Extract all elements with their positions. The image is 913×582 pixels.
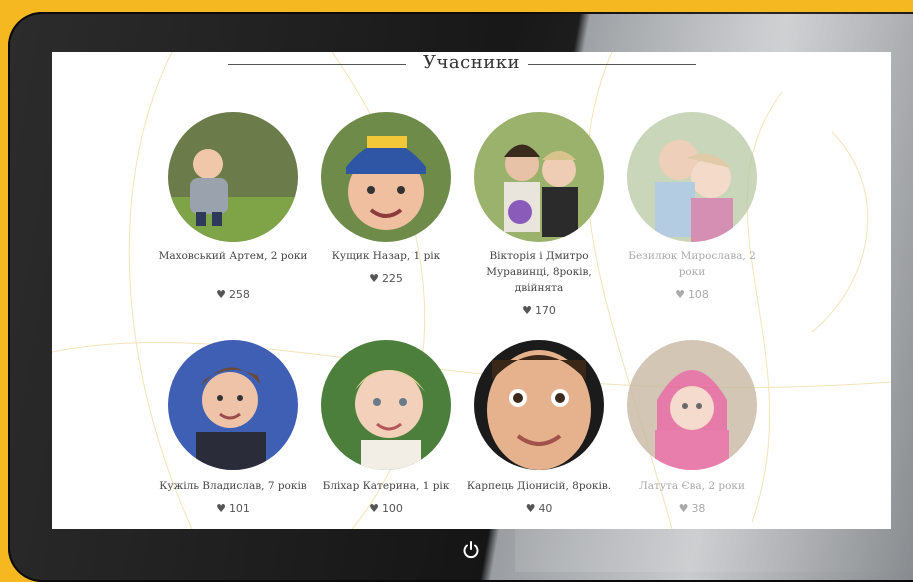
participant-likes[interactable]: ♥ 101 [158, 502, 308, 515]
screen: Учасники Маховський Артем, 2 роки ♥258 [52, 52, 891, 529]
section-header: Учасники [52, 52, 891, 78]
participant-likes[interactable]: ♥ 40 [464, 502, 614, 515]
participant-photo[interactable] [627, 112, 757, 242]
heart-icon[interactable]: ♥ [522, 304, 532, 317]
participant-name: Безилюк Мирослава, 2 роки [628, 250, 756, 278]
participant-photo[interactable] [627, 340, 757, 470]
participant-photo[interactable] [321, 340, 451, 470]
heart-icon[interactable]: ♥ [526, 502, 536, 515]
heart-icon[interactable]: ♥ [216, 288, 226, 301]
participant-photo[interactable] [474, 112, 604, 242]
participant-name: Вікторія і Дмитро Муравинці, 8років, дві… [486, 250, 592, 294]
heart-icon[interactable]: ♥ [369, 272, 379, 285]
participant-name: Кужіль Владислав, 7 років [159, 480, 307, 492]
heart-icon[interactable]: ♥ [369, 502, 379, 515]
heart-icon[interactable]: ♥ [679, 502, 689, 515]
heart-icon[interactable]: ♥ [216, 502, 226, 515]
participant-likes[interactable]: ♥ 258 [158, 288, 308, 301]
participant-photo[interactable] [168, 112, 298, 242]
participant-likes[interactable]: ♥ 225 [311, 272, 461, 285]
heart-icon[interactable]: ♥ [675, 288, 685, 301]
participant-name: Кущик Назар, 1 рік [331, 250, 441, 262]
participant-name: Бліхар Катерина, 1 рік [322, 480, 450, 492]
participant-photo[interactable] [474, 340, 604, 470]
participant-photo[interactable] [168, 340, 298, 470]
participant-name: Маховський Артем, 2 роки [158, 250, 308, 262]
participant-likes[interactable]: ♥ 100 [311, 502, 461, 515]
participant-name: Карпець Діонисій, 8років. [466, 480, 612, 492]
section-title: Учасники [52, 52, 891, 73]
power-icon[interactable] [461, 540, 481, 560]
participant-name: Латута Єва, 2 роки [639, 480, 745, 492]
participant-photo[interactable] [321, 112, 451, 242]
participant-likes[interactable]: ♥ 108 [617, 288, 767, 301]
participant-likes[interactable]: ♥ 170 [464, 304, 614, 317]
participant-likes[interactable]: ♥ 38 [617, 502, 767, 515]
